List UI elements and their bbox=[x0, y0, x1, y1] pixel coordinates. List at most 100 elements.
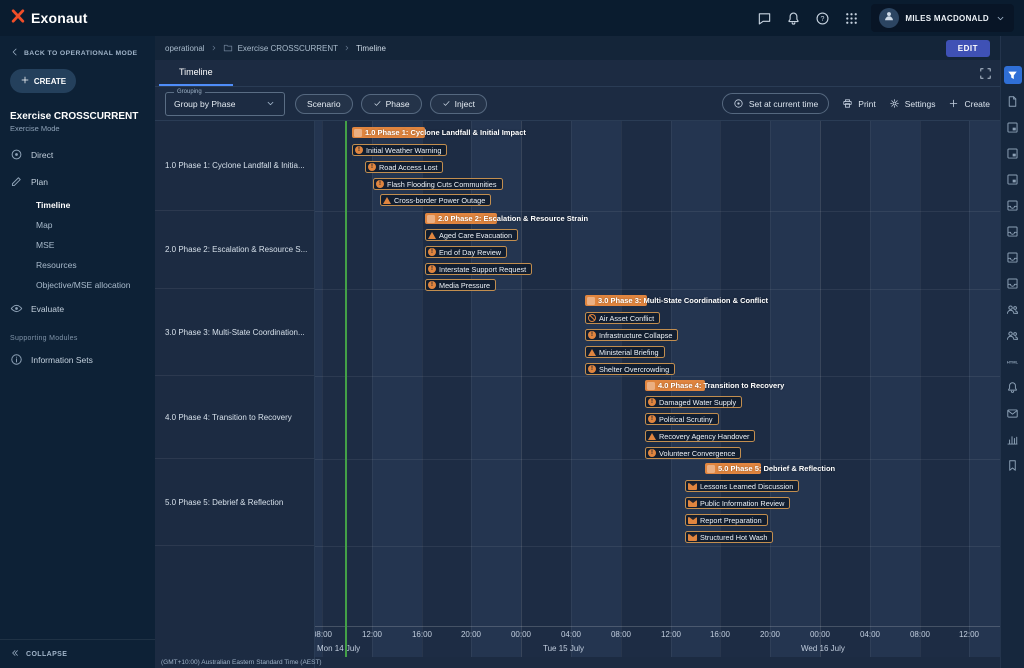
edit-button[interactable]: EDIT bbox=[946, 40, 990, 57]
inject-bar[interactable]: !End of Day Review bbox=[425, 246, 507, 258]
timezone-label: (GMT+10:00) Australian Eastern Standard … bbox=[161, 659, 322, 666]
pencil-icon bbox=[10, 175, 23, 188]
warning-icon: ! bbox=[588, 365, 596, 373]
panel2-icon[interactable] bbox=[1004, 144, 1022, 162]
back-to-operational-button[interactable]: BACK TO OPERATIONAL MODE bbox=[0, 36, 155, 67]
fit-screen-icon[interactable] bbox=[975, 63, 996, 84]
app-body: BACK TO OPERATIONAL MODE CREATE Exercise… bbox=[0, 36, 1024, 668]
sidebar-item-map[interactable]: Map bbox=[0, 215, 155, 235]
sidebar-item-objective-mse-allocation[interactable]: Objective/MSE allocation bbox=[0, 275, 155, 295]
help-icon[interactable]: ? bbox=[809, 5, 836, 32]
phase-bar-label: 2.0 Phase 2: Escalation & Resource Strai… bbox=[438, 213, 588, 224]
inject-bar[interactable]: !Political Scrutiny bbox=[645, 413, 719, 425]
inject-bar[interactable]: Aged Care Evacuation bbox=[425, 229, 518, 241]
grid-line bbox=[621, 121, 622, 657]
check-icon bbox=[373, 99, 382, 108]
panel-icon[interactable] bbox=[1004, 118, 1022, 136]
sidebar-item-label: Evaluate bbox=[31, 304, 64, 314]
sidebar-item-mse[interactable]: MSE bbox=[0, 235, 155, 255]
inject-bar[interactable]: !Interstate Support Request bbox=[425, 263, 532, 275]
collapse-sidebar-button[interactable]: COLLAPSE bbox=[0, 639, 155, 668]
sidebar-item-label: Direct bbox=[31, 150, 53, 160]
action-label: Set at current time bbox=[749, 99, 818, 109]
day-label: Mon 14 July bbox=[317, 644, 360, 653]
bell-icon[interactable] bbox=[1004, 378, 1022, 396]
row-label[interactable]: 3.0 Phase 3: Multi-State Coordination... bbox=[155, 289, 314, 376]
tray4-icon[interactable] bbox=[1004, 274, 1022, 292]
inject-bar[interactable]: Recovery Agency Handover bbox=[645, 430, 755, 442]
warning-icon: ! bbox=[368, 163, 376, 171]
inject-bar[interactable]: !Volunteer Convergence bbox=[645, 447, 741, 459]
sidebar-item-direct[interactable]: Direct bbox=[0, 141, 155, 168]
inject-bar[interactable]: Lessons Learned Discussion bbox=[685, 480, 799, 492]
row-label[interactable]: 2.0 Phase 2: Escalation & Resource S... bbox=[155, 211, 314, 289]
html-icon[interactable]: HTML bbox=[1004, 352, 1022, 370]
apps-icon[interactable] bbox=[838, 5, 865, 32]
set-at-current-time-button[interactable]: Set at current time bbox=[722, 93, 829, 114]
person-icon bbox=[883, 9, 895, 27]
warning-icon: ! bbox=[648, 398, 656, 406]
tray3-icon[interactable] bbox=[1004, 248, 1022, 266]
sidebar-item-label: Timeline bbox=[36, 200, 70, 210]
inject-bar[interactable]: Public Information Review bbox=[685, 497, 790, 509]
inject-bar[interactable]: !Flash Flooding Cuts Communities bbox=[373, 178, 503, 190]
breadcrumb-exercise[interactable]: Exercise CROSSCURRENT bbox=[238, 44, 338, 53]
inject-bar[interactable]: !Road Access Lost bbox=[365, 161, 443, 173]
panel3-icon[interactable] bbox=[1004, 170, 1022, 188]
people-icon[interactable] bbox=[1004, 300, 1022, 318]
sidebar-item-evaluate[interactable]: Evaluate bbox=[0, 295, 155, 322]
inject-bar[interactable]: !Damaged Water Supply bbox=[645, 396, 742, 408]
people2-icon[interactable] bbox=[1004, 326, 1022, 344]
inject-bar[interactable]: !Infrastructure Collapse bbox=[585, 329, 678, 341]
chip-label: Phase bbox=[386, 99, 410, 109]
grouping-select[interactable]: Grouping Group by Phase bbox=[165, 92, 285, 116]
gantt-chart: 08:0012:0016:0020:0000:0004:0008:0012:00… bbox=[315, 121, 1000, 668]
create-button[interactable]: Create bbox=[948, 98, 990, 109]
filter-icon[interactable] bbox=[1004, 66, 1022, 84]
mail-icon[interactable] bbox=[1004, 404, 1022, 422]
grid-line bbox=[920, 121, 921, 657]
file-icon[interactable] bbox=[1004, 92, 1022, 110]
inject-label: Interstate Support Request bbox=[439, 265, 526, 274]
bell-icon[interactable] bbox=[780, 5, 807, 32]
phase-bar-label: 1.0 Phase 1: Cyclone Landfall & Initial … bbox=[365, 127, 526, 138]
row-label[interactable]: 5.0 Phase 5: Debrief & Reflection bbox=[155, 459, 314, 546]
inject-bar[interactable]: !Initial Weather Warning bbox=[352, 144, 447, 156]
inject-bar[interactable]: !Shelter Overcrowding bbox=[585, 363, 675, 375]
inject-bar[interactable]: Structured Hot Wash bbox=[685, 531, 773, 543]
inject-bar[interactable]: Air Asset Conflict bbox=[585, 312, 660, 324]
inject-label: Lessons Learned Discussion bbox=[700, 482, 793, 491]
chat-icon[interactable] bbox=[751, 5, 778, 32]
user-menu[interactable]: MILES MACDONALD bbox=[871, 4, 1014, 32]
print-button[interactable]: Print bbox=[842, 98, 875, 109]
filter-chip-inject[interactable]: Inject bbox=[430, 94, 487, 114]
row-label[interactable]: 4.0 Phase 4: Transition to Recovery bbox=[155, 376, 314, 459]
inject-label: Cross-border Power Outage bbox=[394, 196, 485, 205]
sidebar-item-timeline[interactable]: Timeline bbox=[0, 195, 155, 215]
inject-bar[interactable]: !Media Pressure bbox=[425, 279, 496, 291]
bookmark-icon[interactable] bbox=[1004, 456, 1022, 474]
target-icon bbox=[10, 148, 23, 161]
sidebar-item-information-sets[interactable]: Information Sets bbox=[0, 346, 155, 373]
row-label[interactable]: 1.0 Phase 1: Cyclone Landfall & Initia..… bbox=[155, 121, 314, 211]
chart-icon[interactable] bbox=[1004, 430, 1022, 448]
info-icon bbox=[10, 353, 23, 366]
create-button[interactable]: CREATE bbox=[10, 69, 76, 93]
inject-bar[interactable]: Ministerial Briefing bbox=[585, 346, 665, 358]
tab-timeline[interactable]: Timeline bbox=[159, 60, 233, 86]
time-band bbox=[571, 121, 621, 657]
sidebar-item-resources[interactable]: Resources bbox=[0, 255, 155, 275]
tray2-icon[interactable] bbox=[1004, 222, 1022, 240]
inject-bar[interactable]: Report Preparation bbox=[685, 514, 768, 526]
filter-chip-scenario[interactable]: Scenario bbox=[295, 94, 353, 114]
breadcrumb-operational[interactable]: operational bbox=[165, 44, 205, 53]
filter-chip-phase[interactable]: Phase bbox=[361, 94, 422, 114]
chip-label: Scenario bbox=[307, 99, 341, 109]
tray-icon[interactable] bbox=[1004, 196, 1022, 214]
sidebar-item-label: Map bbox=[36, 220, 53, 230]
inject-bar[interactable]: Cross-border Power Outage bbox=[380, 194, 491, 206]
settings-button[interactable]: Settings bbox=[889, 98, 936, 109]
inject-label: Aged Care Evacuation bbox=[439, 231, 512, 240]
axis-line bbox=[315, 626, 1000, 627]
sidebar-item-plan[interactable]: Plan bbox=[0, 168, 155, 195]
